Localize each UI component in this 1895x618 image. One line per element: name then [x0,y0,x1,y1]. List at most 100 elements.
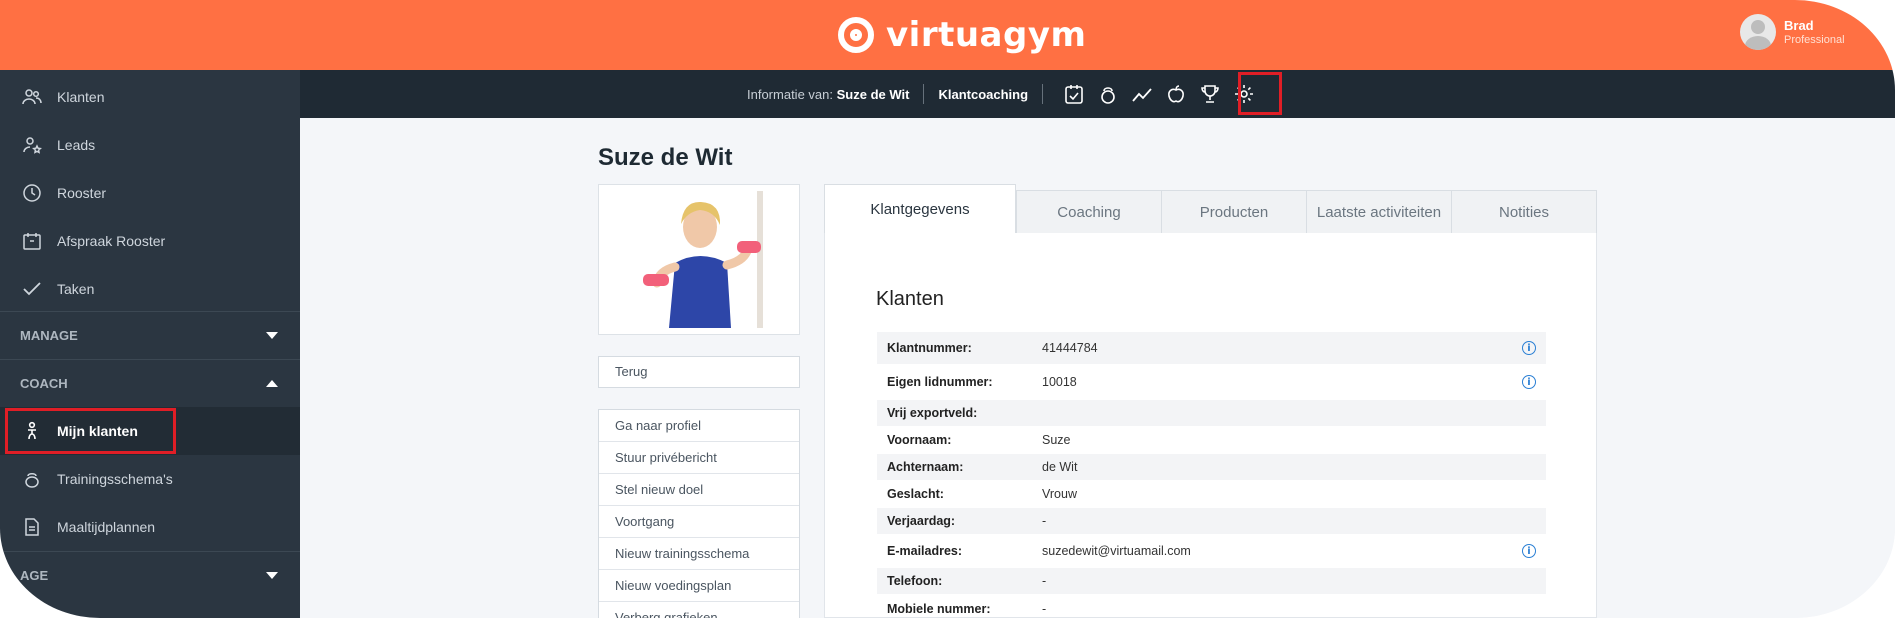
brand-logo[interactable]: virtuagym [838,12,1086,58]
clipboard-check-icon[interactable] [1057,77,1091,111]
calendar-icon [21,230,43,252]
sidebar-item-label: Taken [57,281,95,297]
document-icon [21,516,43,538]
sidebar-item-afspraak-rooster[interactable]: Afspraak Rooster [0,217,300,265]
section-label: COACH [20,376,68,391]
field-label: Verjaardag: [887,514,956,528]
user-name: Brad [1784,17,1814,33]
section-title: Klanten [876,288,944,310]
action-new-workout[interactable]: Nieuw trainingsschema [599,538,799,570]
section-label: MANAGE [20,328,78,343]
field-value: de Wit [1042,460,1078,474]
sidebar-item-label: Trainingsschema's [57,471,173,487]
detail-row: E-mailadres: suzedewit@virtuamail.com i [877,535,1546,567]
client-subnav: Informatie van: Suze de Wit Klantcoachin… [300,70,1895,118]
field-label: Geslacht: [887,487,944,501]
field-label: E-mailadres: [887,544,963,558]
top-header: virtuagym Brad Professional [0,0,1895,70]
brand-name: virtuagym [886,15,1087,55]
tab-coaching[interactable]: Coaching [1016,190,1162,234]
field-value: Suze [1042,433,1071,447]
field-value: 41444784 [1042,341,1098,355]
page-title: Suze de Wit [598,144,733,171]
sidebar-item-label: Afspraak Rooster [57,233,166,249]
chevron-down-icon [266,332,278,339]
info-icon[interactable]: i [1522,341,1536,355]
field-value: 10018 [1042,375,1077,389]
apple-icon[interactable] [1159,77,1193,111]
user-menu[interactable]: Brad Professional [1740,14,1845,50]
action-new-goal[interactable]: Stel nieuw doel [599,474,799,506]
tab-laatste-activiteiten[interactable]: Laatste activiteiten [1306,190,1452,234]
client-name-link[interactable]: Suze de Wit [837,87,910,102]
client-photo [629,191,771,328]
action-go-to-profile[interactable]: Ga naar profiel [599,410,799,442]
info-icon[interactable]: i [1522,544,1536,558]
sidebar-item-maaltijdplannen[interactable]: Maaltijdplannen [0,503,300,551]
user-role: Professional [1784,33,1845,46]
field-value: - [1042,602,1047,616]
chevron-up-icon [266,380,278,387]
action-new-nutrition[interactable]: Nieuw voedingsplan [599,570,799,602]
field-value: - [1042,514,1047,528]
action-private-message[interactable]: Stuur privébericht [599,442,799,474]
kettlebell-icon [21,468,43,490]
info-label: Informatie van: [747,86,833,102]
detail-row: Voornaam: Suze [877,427,1546,453]
tab-notities[interactable]: Notities [1451,190,1597,234]
trophy-icon[interactable] [1193,77,1227,111]
logo-icon [838,17,874,53]
tab-klantgegevens[interactable]: Klantgegevens [824,184,1016,234]
section-label: AGE [20,568,49,583]
sidebar-item-leads[interactable]: Leads [0,121,300,169]
detail-row: Mobiele nummer: - [877,596,1546,618]
field-label: Klantnummer: [887,341,972,355]
tab-producten[interactable]: Producten [1161,190,1307,234]
sidebar-item-rooster[interactable]: Rooster [0,169,300,217]
detail-row: Telefoon: - [877,568,1546,594]
field-label: Vrij exportveld: [887,406,978,420]
detail-row: Verjaardag: - [877,508,1546,534]
chevron-down-icon [266,572,278,579]
section-coach[interactable]: COACH [0,359,300,407]
section-age[interactable]: AGE [0,551,300,599]
client-actions-list: Ga naar profiel Stuur privébericht Stel … [598,409,800,618]
field-value: suzedewit@virtuamail.com [1042,544,1191,558]
action-hide-charts[interactable]: Verberg grafieken [599,602,799,618]
kettlebell-icon[interactable] [1091,77,1125,111]
sidebar-item-klanten[interactable]: Klanten [0,73,300,121]
klantcoaching-link[interactable]: Klantcoaching [938,87,1028,102]
back-button[interactable]: Terug [598,356,800,388]
sidebar-item-taken[interactable]: Taken [0,265,300,313]
sidebar-item-label: Leads [57,137,96,153]
detail-row: Klantnummer: 41444784 i [877,332,1546,364]
sidebar: Klanten Leads Rooster Afspraak Rooster T… [0,70,300,618]
chart-line-icon[interactable] [1125,77,1159,111]
field-label: Eigen lidnummer: [887,375,993,389]
detail-row: Eigen lidnummer: 10018 i [877,366,1546,398]
info-icon[interactable]: i [1522,375,1536,389]
field-label: Voornaam: [887,433,952,447]
field-value: - [1042,574,1047,588]
detail-row: Achternaam: de Wit [877,454,1546,480]
section-manage[interactable]: MANAGE [0,311,300,359]
detail-row: Geslacht: Vrouw [877,481,1546,507]
field-value: Vrouw [1042,487,1077,501]
sidebar-item-label: Rooster [57,185,107,201]
divider [923,84,925,104]
field-label: Achternaam: [887,460,964,474]
highlight-settings [1238,72,1282,115]
field-label: Telefoon: [887,574,943,588]
field-label: Mobiele nummer: [887,602,991,616]
divider [1042,84,1044,104]
app-frame: virtuagym Brad Professional Klanten Lead… [0,0,1895,618]
sidebar-item-trainingsschemas[interactable]: Trainingsschema's [0,455,300,503]
sidebar-item-label: Maaltijdplannen [57,519,156,535]
avatar [1740,14,1776,50]
sidebar-item-label: Klanten [57,89,105,105]
highlight-mijn-klanten [5,408,176,454]
client-photo-card [598,184,800,335]
detail-row: Vrij exportveld: [877,400,1546,426]
clock-icon [21,182,43,204]
action-progress[interactable]: Voortgang [599,506,799,538]
